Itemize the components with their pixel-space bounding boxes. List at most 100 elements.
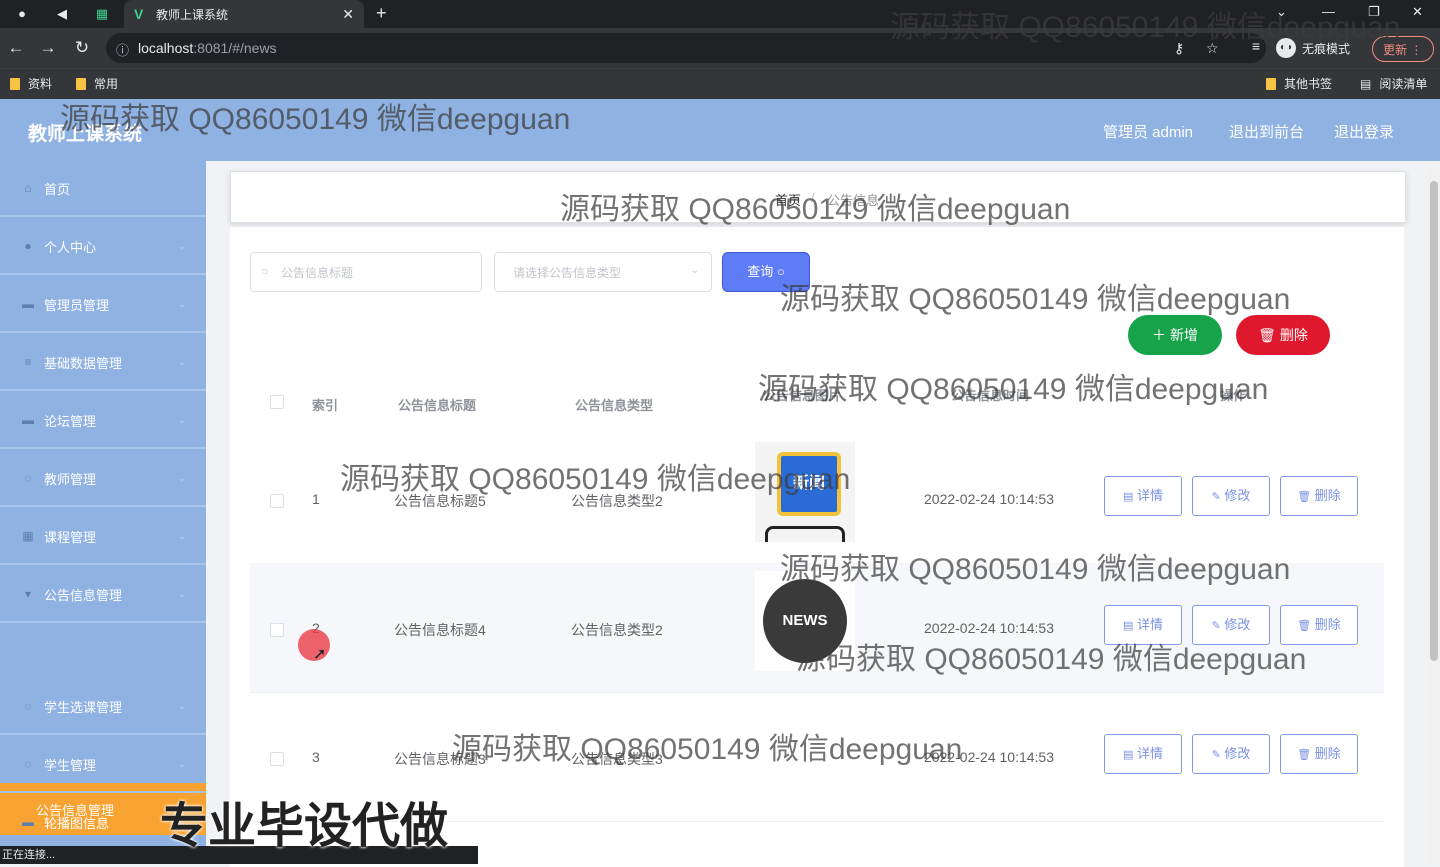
bookmark-folder-0[interactable]: 资料 [10, 75, 52, 92]
bookmarks-bar: 资料 常用 其他书签 ▤ 阅读清单 [0, 68, 1440, 99]
chevron-down-icon: ⌄ [177, 472, 186, 484]
header-ops: 操作 [1220, 388, 1247, 403]
row-time: 2022-02-24 10:14:53 [924, 749, 1054, 765]
sidebar-item-3[interactable]: ≡ 基础数据管理 ⌄ [0, 335, 206, 391]
chevron-down-icon: ⌄ [177, 758, 186, 770]
detail-button[interactable]: ▤ 详情 [1104, 476, 1182, 516]
other-bookmarks[interactable]: 其他书签 [1266, 75, 1332, 92]
search-icon: ○ [261, 264, 269, 278]
sidebar: 公告信息管理 ⌂ 首页 ● 个人中心 ⌄ ▬ 管理员管理 ⌄ ≡ 基础数据管理 ⌄ ▬ 论坛管理 ⌄ ◌ 教师… [0, 161, 206, 864]
type-select-field[interactable] [511, 263, 685, 283]
mute-icon[interactable]: ◀ [54, 6, 70, 22]
sidebar-item-label: 学生管理 [44, 757, 97, 773]
reading-mode-icon[interactable]: ≡ [1246, 38, 1266, 54]
minimize-icon[interactable]: — [1322, 4, 1335, 19]
incognito-label: 无痕模式 [1302, 41, 1351, 56]
detail-button-label: 详情 [1137, 617, 1164, 632]
query-button[interactable]: 查询 ○ [722, 252, 810, 292]
close-window-icon[interactable]: ✕ [1412, 4, 1423, 20]
header-title: 公告信息标题 [398, 398, 477, 413]
star-icon[interactable]: ☆ [1206, 40, 1219, 57]
chevron-down-icon[interactable]: ⌄ [1276, 4, 1287, 20]
select-all-checkbox[interactable] [270, 395, 284, 409]
tab-active[interactable]: V 教师上课系统 ✕ [124, 0, 364, 28]
sidebar-item-9[interactable]: ◌ 学生管理 ⌄ [0, 737, 206, 793]
add-button[interactable]: ＋ 新增 [1128, 315, 1222, 355]
row-checkbox[interactable] [270, 752, 284, 766]
delete-button[interactable]: 🗑 删除 [1280, 605, 1358, 645]
sidebar-item-4[interactable]: ▬ 论坛管理 ⌄ [0, 393, 206, 449]
sidebar-item-1[interactable]: ● 个人中心 ⌄ [0, 219, 206, 275]
row-checkbox[interactable] [270, 494, 284, 508]
delete-button-label: 删除 [1314, 488, 1341, 503]
edit-button[interactable]: ✎ 修改 [1192, 476, 1270, 516]
row-title: 公告信息标题5 [394, 493, 486, 509]
detail-button-label: 详情 [1137, 746, 1164, 761]
close-tab-icon[interactable]: ✕ [342, 6, 354, 23]
forum-icon: ▬ [22, 413, 34, 427]
sidebar-item-label: 学生选课管理 [44, 699, 123, 715]
title-search-input[interactable]: ○ [250, 252, 482, 292]
edit-button-label: 修改 [1224, 746, 1251, 761]
sidebar-item-5[interactable]: ◌ 教师管理 ⌄ [0, 451, 206, 507]
delete-button[interactable]: 🗑 删除 [1280, 734, 1358, 774]
table-row: 1 公告信息标题5 公告信息类型2 新闻 2022-02-24 10:14:53 ▤ 详情… [250, 434, 1384, 564]
sidebar-item-0[interactable]: ⌂ 首页 [0, 161, 206, 217]
to-front-link[interactable]: 退出到前台 [1229, 121, 1304, 142]
sidebar-item-8[interactable]: ◌ 学生选课管理 ⌄ [0, 679, 206, 735]
breadcrumb-home[interactable]: 首页 [775, 190, 801, 209]
admin-label: 管理员 admin [1103, 124, 1194, 141]
bookmark-folder-1[interactable]: 常用 [76, 75, 118, 92]
title-search-field[interactable] [279, 263, 473, 283]
row-type: 公告信息类型2 [571, 622, 663, 638]
sidebar-item-label: 论坛管理 [44, 413, 97, 429]
header-image: 公告信息图片 [763, 388, 842, 403]
notice-icon: ▾ [24, 587, 32, 601]
edit-icon: ✎ [1211, 749, 1221, 761]
sidebar-item-label: 基础数据管理 [44, 355, 123, 371]
type-select[interactable]: ⌄ [494, 252, 712, 292]
sidebar-item-2[interactable]: ▬ 管理员管理 ⌄ [0, 277, 206, 333]
sidebar-item-label: 公告信息管理 [44, 587, 123, 603]
detail-button[interactable]: ▤ 详情 [1104, 605, 1182, 645]
update-button[interactable]: 更新 ⋮ [1372, 36, 1434, 62]
scrollbar-thumb[interactable] [1430, 181, 1438, 661]
chevron-down-icon: ⌄ [177, 588, 186, 600]
incognito-indicator[interactable]: ◐◑ 无痕模式 [1276, 34, 1350, 62]
sidebar-item-label: 个人中心 [44, 239, 97, 255]
sidebar-item-7[interactable]: ▾ 公告信息管理 ⌄ [0, 567, 206, 623]
row-type: 公告信息类型3 [571, 751, 663, 767]
main-area: 首页 / 公告信息 ○ ⌄ 查询 ○ ＋ 新增 🗑 删除 索引 公告信息标题 公… [206, 161, 1428, 867]
edit-button[interactable]: ✎ 修改 [1192, 605, 1270, 645]
reading-list[interactable]: ▤ 阅读清单 [1360, 75, 1427, 92]
edit-button[interactable]: ✎ 修改 [1192, 734, 1270, 774]
restore-icon[interactable]: ❐ [1368, 4, 1380, 20]
url-text[interactable]: localhost:8081/#/news [138, 40, 277, 56]
sidebar-item-label: 课程管理 [44, 529, 97, 545]
browser-tabstrip: ● ◀ ▦ V 教师上课系统 ✕ + ⌄ — ❐ ✕ [0, 0, 1440, 28]
edit-button-label: 修改 [1224, 617, 1251, 632]
batch-delete-button[interactable]: 🗑 删除 [1236, 315, 1330, 355]
logout-link[interactable]: 退出登录 [1334, 121, 1394, 142]
detail-button[interactable]: ▤ 详情 [1104, 734, 1182, 774]
sheet-tab-icon[interactable]: ▦ [94, 6, 110, 22]
delete-button[interactable]: 🗑 删除 [1280, 476, 1358, 516]
row-checkbox[interactable] [270, 623, 284, 637]
chevron-down-icon: ⌄ [177, 240, 186, 252]
new-tab-icon[interactable]: + [376, 3, 387, 24]
news-image: NEWS [755, 571, 855, 671]
site-info-icon[interactable]: ⓘ [116, 40, 129, 59]
chevron-down-icon: ⌄ [177, 414, 186, 426]
page-scrollbar[interactable] [1428, 161, 1440, 864]
reload-icon[interactable]: ↻ [72, 38, 92, 58]
breadcrumb-separator: / [811, 190, 815, 205]
address-bar[interactable]: ⓘ localhost:8081/#/news ⚷ ☆ [106, 33, 1266, 63]
row-type: 公告信息类型2 [571, 493, 663, 509]
chevron-down-icon: ⌄ [177, 298, 186, 310]
back-icon[interactable]: ← [6, 38, 26, 58]
app-header: 教师上课系统 管理员 admin 退出到前台 退出登录 [0, 99, 1440, 161]
key-icon[interactable]: ⚷ [1174, 40, 1184, 57]
sidebar-item-6[interactable]: ▦ 课程管理 ⌄ [0, 509, 206, 565]
home-icon: ⌂ [24, 181, 32, 195]
forward-icon[interactable]: → [38, 38, 58, 58]
